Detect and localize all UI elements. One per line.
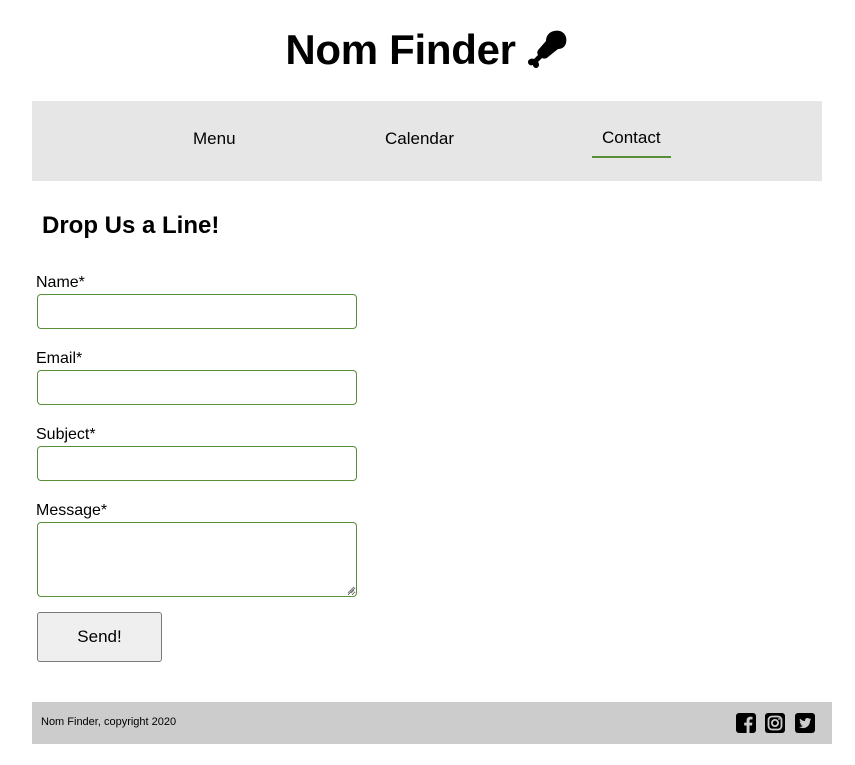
twitter-icon[interactable] — [795, 713, 815, 733]
page-title: Drop Us a Line! — [42, 212, 220, 239]
chicken-leg-icon — [524, 27, 570, 73]
subject-field[interactable] — [37, 446, 357, 481]
send-button[interactable]: Send! — [37, 612, 162, 662]
main-nav: Menu Calendar Contact — [32, 101, 822, 181]
facebook-icon[interactable] — [736, 713, 756, 733]
site-header: Nom Finder — [0, 20, 855, 80]
site-footer: Nom Finder, copyright 2020 — [32, 702, 832, 744]
copyright-text: Nom Finder, copyright 2020 — [41, 716, 177, 728]
instagram-icon[interactable] — [765, 713, 785, 733]
email-label: Email* — [36, 350, 83, 367]
message-label: Message* — [36, 502, 108, 519]
resize-grip-icon[interactable] — [347, 586, 355, 594]
email-field[interactable] — [37, 370, 357, 405]
name-label: Name* — [36, 274, 85, 291]
name-field[interactable] — [37, 294, 357, 329]
message-field[interactable] — [37, 522, 357, 597]
site-title: Nom Finder — [285, 26, 516, 73]
nav-item-calendar[interactable]: Calendar — [385, 129, 454, 155]
subject-label: Subject* — [36, 426, 96, 443]
nav-item-menu[interactable]: Menu — [193, 129, 236, 155]
nav-item-contact[interactable]: Contact — [592, 128, 671, 158]
